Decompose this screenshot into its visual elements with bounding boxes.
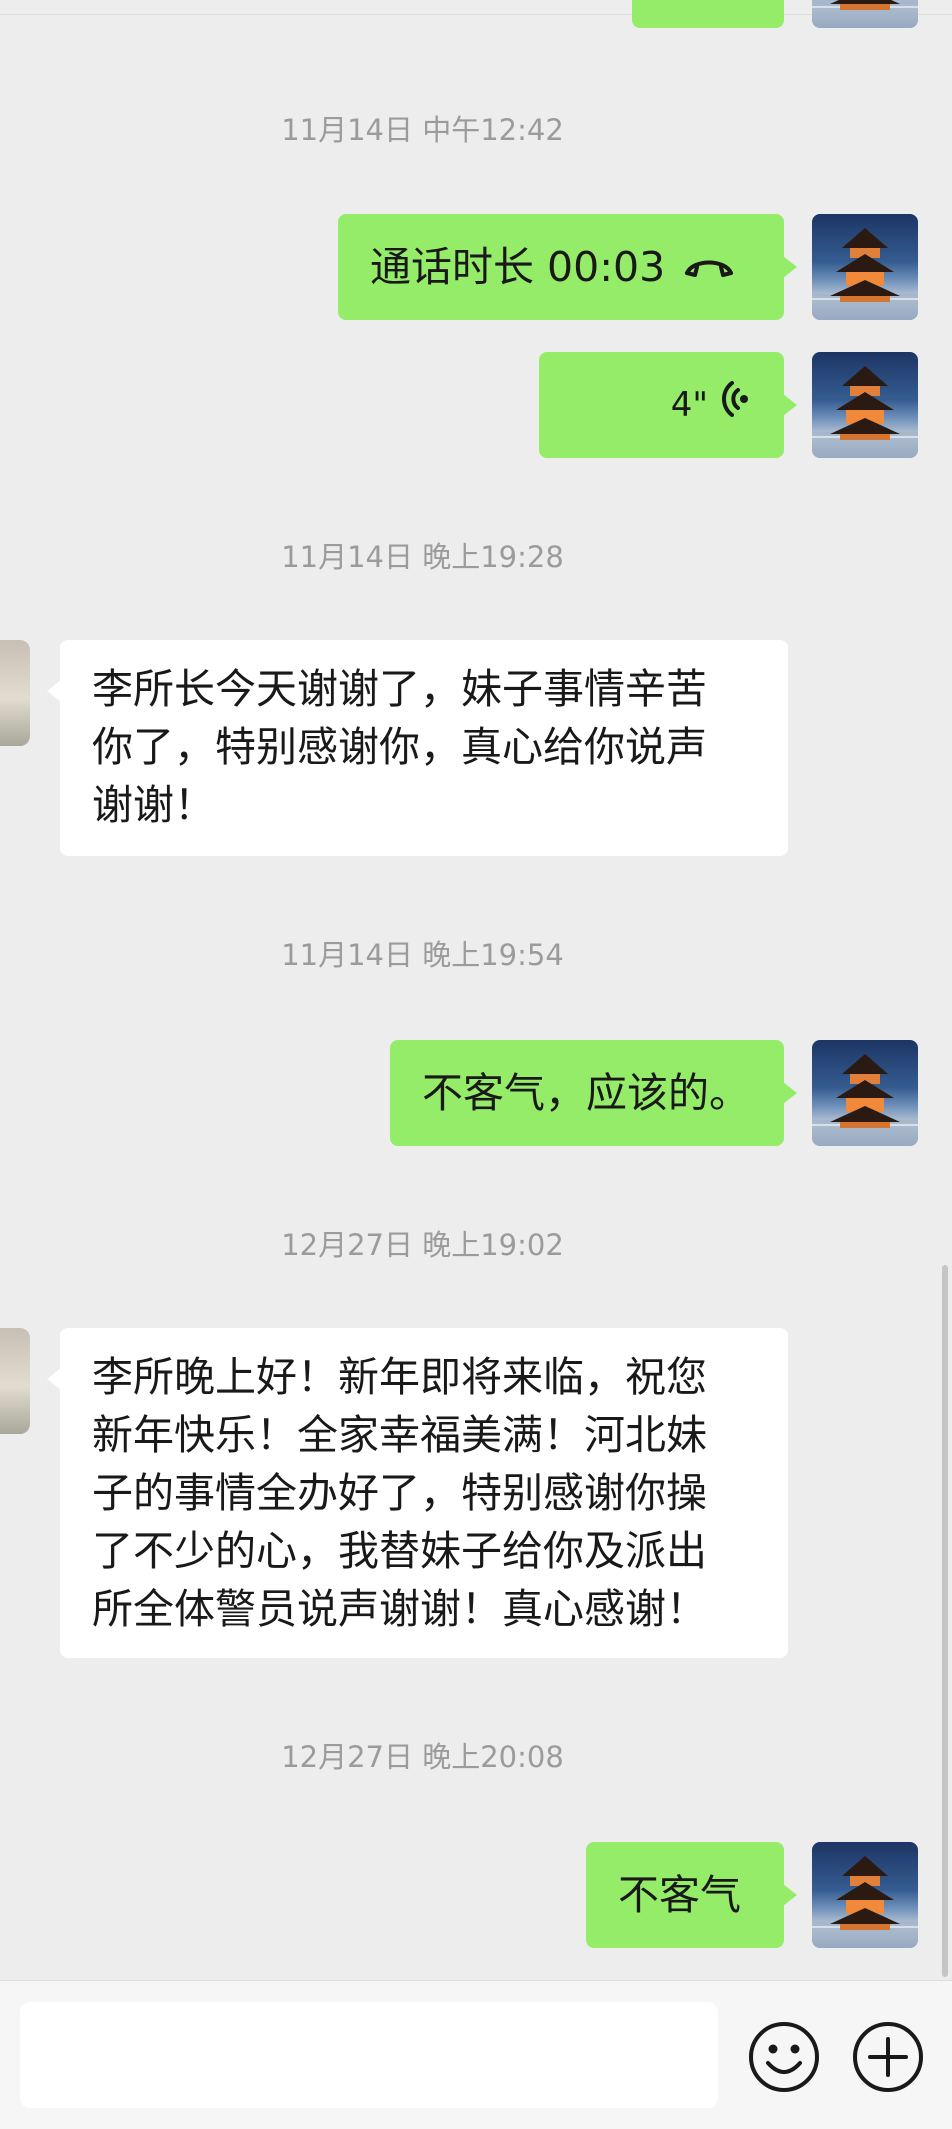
incoming-message-bubble[interactable]: 李所长今天谢谢了，妹子事情辛苦 你了，特别感谢你，真心给你说声 谢谢！ <box>47 640 788 856</box>
message-line: 子的事情全办好了，特别感谢你操 <box>92 1469 707 1517</box>
voice-call-record-bubble[interactable]: 通话时长 00:03 <box>338 214 797 320</box>
my-avatar[interactable] <box>812 1842 918 1948</box>
message-line: 你了，特别感谢你，真心给你说声 <box>92 723 707 771</box>
message-input[interactable] <box>20 2002 718 2108</box>
divider <box>0 14 952 15</box>
message-timestamp: 12月27日 晚上20:08 <box>281 1740 564 1774</box>
pavilion-avatar-image <box>812 0 918 28</box>
pavilion-avatar-image <box>812 1856 918 1948</box>
previous-message-bubble[interactable] <box>632 0 784 28</box>
my-avatar[interactable] <box>812 352 918 458</box>
phone-hangup-icon <box>683 238 735 296</box>
message-line: 新年快乐！全家幸福美满！河北妹 <box>92 1411 707 1459</box>
contact-avatar[interactable] <box>0 1328 30 1434</box>
message-line: 了不少的心，我替妹子给你及派出 <box>92 1527 707 1575</box>
incoming-message-bubble[interactable]: 李所晚上好！新年即将来临，祝您 新年快乐！全家幸福美满！河北妹 子的事情全办好了… <box>47 1328 788 1658</box>
my-avatar[interactable] <box>812 214 918 320</box>
call-duration-label: 通话时长 00:03 <box>370 243 666 291</box>
message-line: 所全体警员说声谢谢！真心感谢！ <box>92 1585 707 1633</box>
voice-message-bubble[interactable]: 4" <box>539 352 797 458</box>
pavilion-avatar-image <box>812 366 918 458</box>
plus-icon <box>853 2022 923 2092</box>
message-timestamp: 12月27日 晚上19:02 <box>281 1228 564 1262</box>
chat-message-list[interactable]: 11月14日 中午12:42 通话时长 00:03 4" 11月14日 晚上19… <box>0 0 952 1980</box>
scrollbar[interactable] <box>942 1265 948 1977</box>
voice-duration: 4" <box>670 385 708 425</box>
emoji-button[interactable] <box>746 2019 822 2095</box>
pavilion-avatar-image <box>812 1054 918 1146</box>
pavilion-avatar-image <box>812 228 918 320</box>
contact-avatar[interactable] <box>0 640 30 746</box>
my-avatar[interactable] <box>812 1040 918 1146</box>
message-line: 谢谢！ <box>92 781 215 829</box>
message-timestamp: 11月14日 中午12:42 <box>281 113 564 147</box>
outgoing-message-bubble[interactable]: 不客气 <box>586 1842 797 1948</box>
more-functions-button[interactable] <box>850 2019 926 2095</box>
emoji-icon <box>749 2022 819 2092</box>
message-timestamp: 11月14日 晚上19:28 <box>281 540 564 574</box>
message-line: 李所晚上好！新年即将来临，祝您 <box>92 1353 707 1401</box>
outgoing-message-bubble[interactable]: 不客气，应该的。 <box>390 1040 797 1146</box>
my-avatar[interactable] <box>812 0 918 28</box>
message-text: 不客气，应该的。 <box>422 1069 750 1117</box>
voice-wave-icon <box>722 376 752 434</box>
message-line: 李所长今天谢谢了，妹子事情辛苦 <box>92 665 707 713</box>
message-timestamp: 11月14日 晚上19:54 <box>281 938 564 972</box>
message-text: 不客气 <box>618 1871 741 1919</box>
